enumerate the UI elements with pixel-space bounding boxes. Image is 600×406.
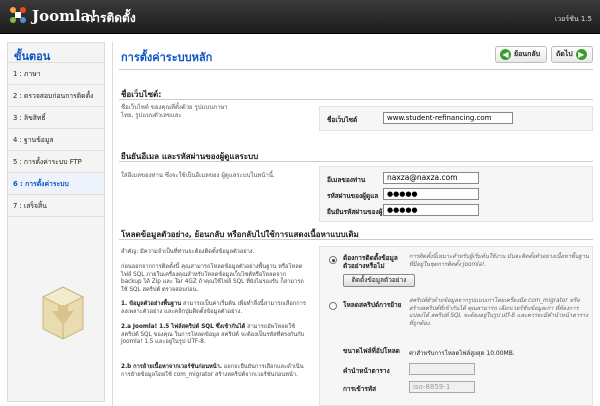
steps-sidebar: ขั้นตอน 1 : ภาษา 2 : ตรวจสอบก่อนการติดตั… [7, 42, 105, 402]
load-migration-desc: สคริปต์ตัวย้ายข้อมูลจากรูปแบบเก่าโดยเครื… [409, 298, 589, 327]
load-migration-radio[interactable] [329, 302, 337, 310]
sample-migrate: 2.b การย้ายเนื้อหาจากเวอร์ชันก่อนหน้า. อ… [121, 364, 307, 379]
joomla-logo-icon [10, 7, 26, 23]
step-language[interactable]: 1 : ภาษา [8, 63, 104, 85]
back-label: ย้อนกลับ [514, 50, 541, 58]
divider [119, 99, 593, 100]
divider [119, 161, 593, 162]
divider [119, 69, 593, 70]
password-label: รหัสผ่านของผู้ดูแล [327, 192, 379, 200]
next-label: ถัดไป [556, 50, 573, 58]
sample-sql-head: 2.a Joomla! 1.5 ไฟล์สคริปต์ SQL ซึ่งเข้า… [121, 324, 246, 330]
step-precheck[interactable]: 2 : ตรวจสอบก่อนการติดตั้ง [8, 85, 104, 107]
sample-sql: 2.a Joomla! 1.5 ไฟล์สคริปต์ SQL ซึ่งเข้า… [121, 324, 307, 347]
sample-migrate-head: 2.b การย้ายเนื้อหาจากเวอร์ชันก่อนหน้า. [121, 364, 222, 370]
site-name-label: ชื่อเว็บไซต์ [327, 116, 358, 124]
sample-note: สำคัญ: มีความจำเป็นที่ท่านจะต้องติดตั้งข… [121, 249, 255, 255]
install-sample-label: ต้องการติดตั้งข้อมูลตัวอย่างหรือไม่ [343, 254, 398, 270]
install-sample-desc: การติดตั้งนี้เหมาะสำหรับผู้เริ่มต้นใช้งา… [409, 254, 589, 268]
page-title: การตั้งค่าระบบหลัก [121, 51, 213, 64]
step-finish[interactable]: 7 : เสร็จสิ้น [8, 195, 104, 217]
encoding-select[interactable]: iso-8859-1 [409, 381, 475, 393]
email-input[interactable]: naxza@naxza.com [383, 172, 479, 184]
admin-desc: ใส่อีเมลของท่าน ซึ่งจะใช้เป็นอีเมลของ ผู… [121, 172, 275, 179]
sample-intro: ก่อนออกจากการติดตั้งนี้ คุณสามารถโหลดข้อ… [121, 264, 304, 293]
table-prefix-input[interactable] [409, 363, 475, 375]
next-button[interactable]: ถัดไป ▶ [551, 46, 593, 63]
install-box-icon [41, 286, 85, 340]
sample-basic-head: 1. ข้อมูลตัวอย่างพื้นฐาน [121, 301, 182, 307]
header-bar: Joomla! การติดตั้ง เวอร์ชัน 1.5 [0, 0, 600, 34]
site-name-input[interactable]: www.student-refinancing.com [383, 112, 513, 124]
install-sample-radio[interactable] [329, 256, 337, 264]
max-upload-label: ขนาดไฟล์ที่อัปโหลด [343, 347, 400, 355]
step-configuration[interactable]: 6 : การตั้งค่าระบบ [8, 173, 104, 195]
arrow-right-icon: ▶ [575, 49, 587, 60]
email-label: อีเมลของท่าน [327, 176, 366, 184]
site-name-desc: ชื่อเว็บไซต์ ของคุณที่ตั้งด้วย รูปแบบภาษ… [121, 104, 228, 119]
back-button[interactable]: ◀ ย้อนกลับ [495, 46, 547, 63]
table-prefix-label: คำนำหน้าตาราง [343, 367, 390, 375]
main-panel: การตั้งค่าระบบหลัก ◀ ย้อนกลับ ถัดไป ▶ ชื… [112, 42, 600, 406]
sample-basic: 1. ข้อมูลตัวอย่างพื้นฐาน สามารถเป็นค่าเร… [121, 301, 307, 316]
load-migration-label: โหลดสคริปต์การย้าย [343, 301, 402, 309]
step-ftp[interactable]: 5 : การตั้งค่าระบบ FTP [8, 151, 104, 173]
max-upload-value: ค่าสำหรับการโหลดไฟล์สูงสุด 10.00MB. [409, 350, 515, 357]
steps-title: ขั้นตอน [8, 43, 104, 63]
step-license[interactable]: 3 : ลิขสิทธิ์ [8, 107, 104, 129]
encoding-label: การเข้ารหัส [343, 385, 377, 393]
install-sample-button[interactable]: ติดตั้งข้อมูลตัวอย่าง [343, 274, 415, 287]
step-database[interactable]: 4 : ฐานข้อมูล [8, 129, 104, 151]
version-label: เวอร์ชัน 1.5 [554, 15, 592, 23]
divider [119, 239, 593, 240]
confirm-password-input[interactable]: ●●●●● [383, 204, 479, 216]
header-title: การติดตั้ง [86, 11, 136, 25]
password-input[interactable]: ●●●●● [383, 188, 479, 200]
arrow-left-icon: ◀ [500, 49, 511, 60]
